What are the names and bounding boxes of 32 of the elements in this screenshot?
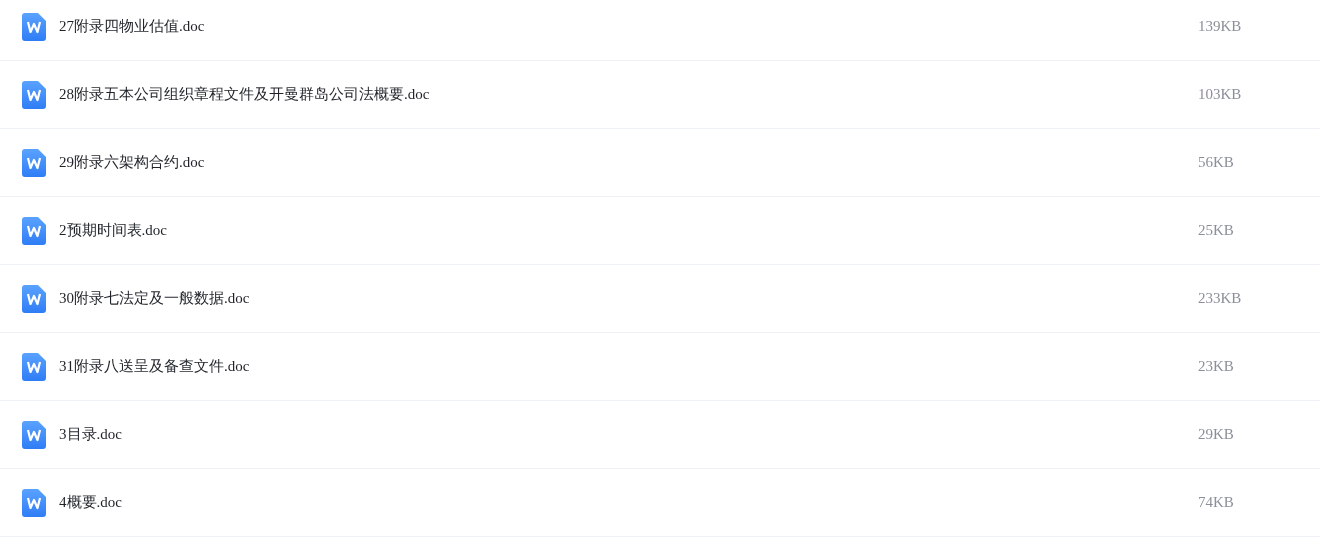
file-row[interactable]: 30附录七法定及一般数据.doc 233KB	[0, 265, 1320, 333]
file-size: 139KB	[1198, 18, 1243, 35]
word-document-icon	[22, 12, 46, 41]
file-row[interactable]: 29附录六架构合约.doc 56KB	[0, 129, 1320, 197]
file-name: 31附录八送呈及备查文件.doc	[59, 357, 251, 376]
file-size: 233KB	[1198, 290, 1243, 307]
file-row[interactable]: 31附录八送呈及备查文件.doc 23KB	[0, 333, 1320, 401]
file-size: 74KB	[1198, 494, 1235, 511]
file-size: 23KB	[1198, 358, 1235, 375]
word-document-icon	[22, 216, 46, 245]
file-size: 25KB	[1198, 222, 1235, 239]
file-row[interactable]: 4概要.doc 74KB	[0, 469, 1320, 537]
file-name: 29附录六架构合约.doc	[59, 153, 206, 172]
file-size: 103KB	[1198, 86, 1243, 103]
file-name: 2预期时间表.doc	[59, 221, 168, 240]
file-row[interactable]: 3目录.doc 29KB	[0, 401, 1320, 469]
file-name: 30附录七法定及一般数据.doc	[59, 289, 251, 308]
word-document-icon	[22, 148, 46, 177]
file-name: 3目录.doc	[59, 425, 123, 444]
word-document-icon	[22, 284, 46, 313]
file-size: 56KB	[1198, 154, 1235, 171]
word-document-icon	[22, 352, 46, 381]
file-name: 4概要.doc	[59, 493, 123, 512]
file-row[interactable]: 28附录五本公司组织章程文件及开曼群岛公司法概要.doc 103KB	[0, 61, 1320, 129]
file-row[interactable]: 27附录四物业估值.doc 139KB	[0, 0, 1320, 61]
word-document-icon	[22, 80, 46, 109]
file-row[interactable]: 2预期时间表.doc 25KB	[0, 197, 1320, 265]
word-document-icon	[22, 488, 46, 517]
file-size: 29KB	[1198, 426, 1235, 443]
file-name: 28附录五本公司组织章程文件及开曼群岛公司法概要.doc	[59, 85, 431, 104]
file-name: 27附录四物业估值.doc	[59, 17, 206, 36]
word-document-icon	[22, 420, 46, 449]
